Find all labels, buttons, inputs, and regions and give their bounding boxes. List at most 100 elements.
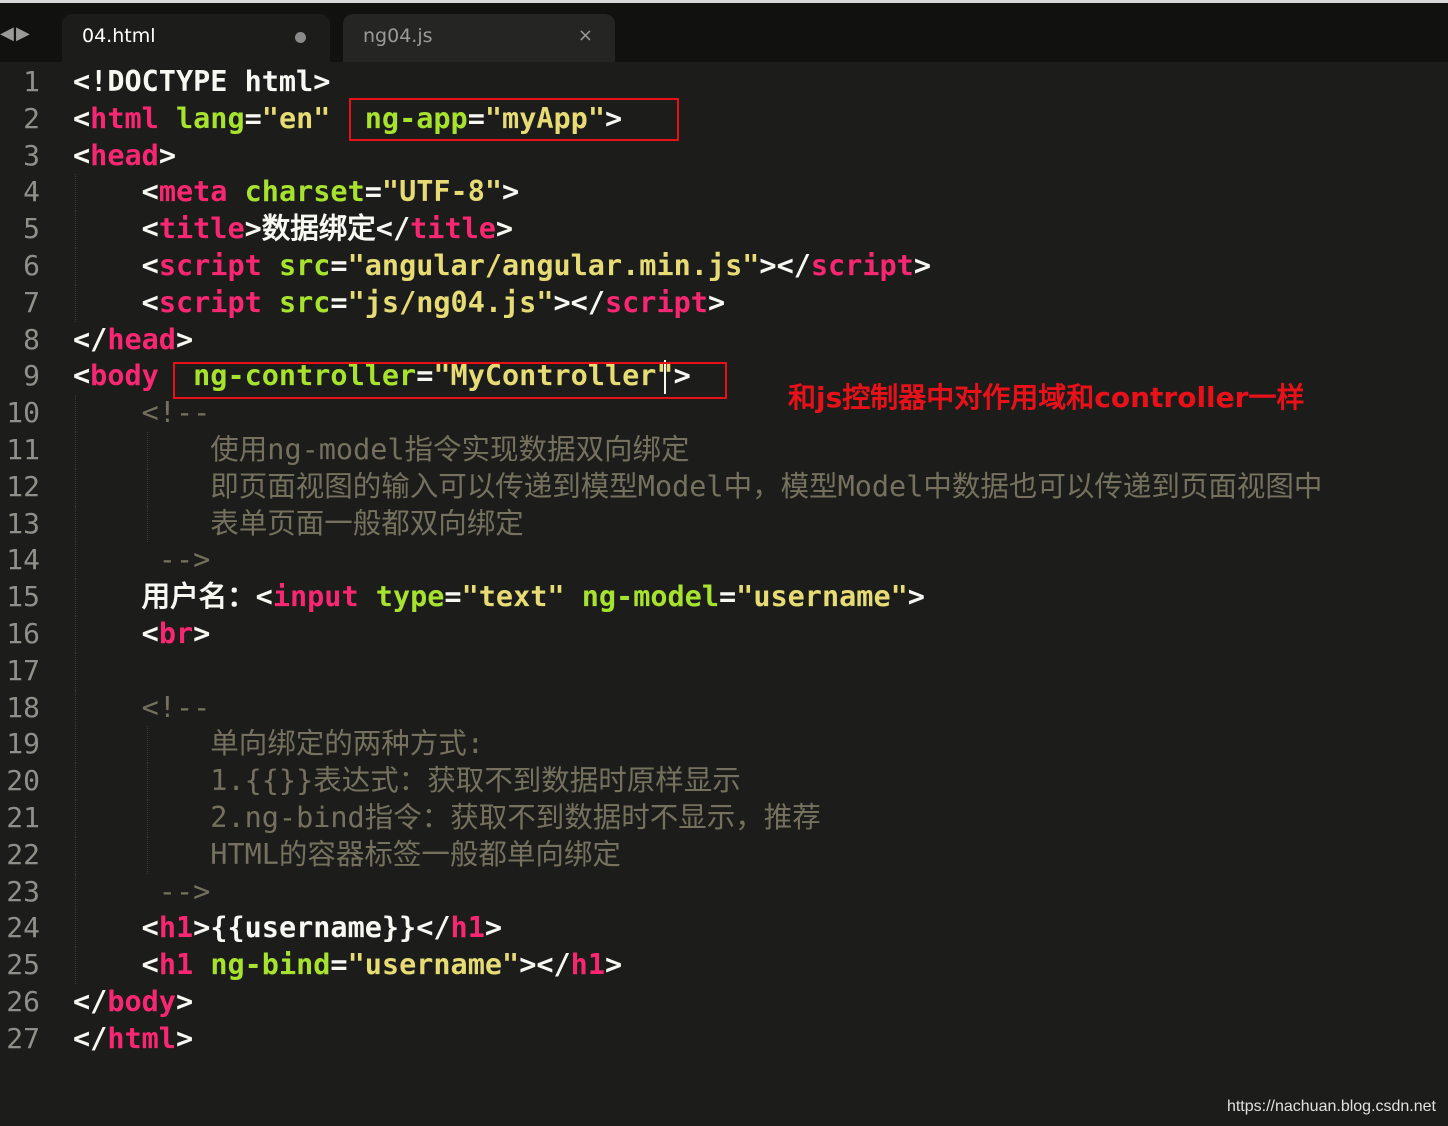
code-line[interactable]: 23 --> xyxy=(0,873,1448,911)
code-token: "angular/angular.min.js" xyxy=(347,248,760,282)
code-line[interactable]: 8 </head> xyxy=(0,322,1448,359)
code-line[interactable]: 22 HTML的容器标签一般都单向绑定 xyxy=(0,836,1448,874)
code-token: ng-model xyxy=(581,580,719,614)
code-token: < xyxy=(73,359,91,393)
indent-guide xyxy=(147,836,148,874)
line-number: 6 xyxy=(23,248,40,282)
code-line[interactable]: 11 使用ng-model指令实现数据双向绑定 xyxy=(0,431,1448,469)
line-content: <!DOCTYPE html> xyxy=(73,64,330,101)
line-content: 使用ng-model指令实现数据双向绑定 xyxy=(73,432,690,469)
code-token: src xyxy=(278,285,331,319)
code-token: < xyxy=(73,138,91,172)
code-token: "username" xyxy=(347,948,520,982)
code-token: > xyxy=(158,138,176,172)
nav-forward-icon[interactable]: ▶ xyxy=(16,23,30,44)
code-line[interactable]: 19 单向绑定的两种方式: xyxy=(0,726,1448,764)
code-line[interactable]: 7 <script src="js/ng04.js"></script> xyxy=(0,284,1448,322)
code-token: = xyxy=(444,580,462,614)
indent-guide xyxy=(75,579,76,616)
code-token: = xyxy=(330,948,348,982)
code-line[interactable]: 18 <!-- xyxy=(0,689,1448,727)
code-line[interactable]: 24 <h1>{{username}}</h1> xyxy=(0,910,1448,948)
code-line[interactable]: 13 表单页面一般都双向绑定 xyxy=(0,505,1448,543)
code-token: script xyxy=(604,285,708,319)
tab-04-html[interactable]: 04.html xyxy=(62,14,330,62)
code-token: input xyxy=(272,580,359,614)
code-token: --> xyxy=(158,543,211,577)
code-line[interactable]: 14 --> xyxy=(0,542,1448,580)
line-content: <meta charset="UTF-8"> xyxy=(73,174,520,211)
line-number: 3 xyxy=(23,138,40,172)
line-number: 1 xyxy=(23,65,40,98)
code-line[interactable]: 15 用户名：<input type="text" ng-model="user… xyxy=(0,579,1448,616)
code-token: </ xyxy=(375,212,411,246)
nav-back-icon[interactable]: ◀ xyxy=(0,23,14,44)
annotation-note: 和js控制器中对作用域和controller一样 xyxy=(788,381,1305,414)
line-number: 18 xyxy=(6,690,40,724)
code-token: body xyxy=(107,984,176,1018)
code-token: > xyxy=(193,911,211,945)
line-content: 单向绑定的两种方式: xyxy=(73,726,484,763)
line-content: 用户名：<input type="text" ng-model="usernam… xyxy=(73,579,925,616)
code-line[interactable]: 21 2.ng-bind指令：获取不到数据时不显示，推荐 xyxy=(0,799,1448,837)
code-token: > xyxy=(605,948,623,982)
indent-guide xyxy=(75,689,76,727)
unsaved-dot-icon[interactable] xyxy=(295,32,306,43)
code-token: 2.ng-bind指令：获取不到数据时不显示，推荐 xyxy=(210,800,821,834)
close-tab-icon[interactable]: × xyxy=(578,25,593,46)
line-content: 1.{{}}表达式：获取不到数据时原样显示 xyxy=(73,763,741,800)
tab-bar: ◀ ▶ 04.html ng04.js × xyxy=(0,3,1448,62)
code-token: = xyxy=(330,285,348,319)
code-editor[interactable]: 1 <!DOCTYPE html> 2 <html lang="en" ng-app=… xyxy=(0,64,1448,1058)
code-token: script xyxy=(158,285,262,319)
code-line[interactable]: 26 </body> xyxy=(0,984,1448,1021)
code-line[interactable]: 27 </html> xyxy=(0,1021,1448,1058)
code-token: title xyxy=(158,212,245,246)
code-line[interactable]: 3 <head> xyxy=(0,138,1448,175)
line-content: --> xyxy=(73,874,210,911)
code-token: 数据绑定 xyxy=(261,212,376,246)
code-line[interactable]: 4 <meta charset="UTF-8"> xyxy=(0,174,1448,212)
code-line[interactable]: 20 1.{{}}表达式：获取不到数据时原样显示 xyxy=(0,763,1448,800)
code-token: 表单页面一般都双向绑定 xyxy=(210,506,524,540)
code-line[interactable]: 16 <br> xyxy=(0,615,1448,653)
line-content: <script src="js/ng04.js"></script> xyxy=(73,285,725,322)
code-line[interactable]: 2 <html lang="en" ng-app="myApp"> xyxy=(0,101,1448,138)
code-token: 用户名： xyxy=(73,580,256,614)
indent-guide xyxy=(75,174,76,212)
line-number: 22 xyxy=(6,837,40,871)
code-token: 使用ng-model指令实现数据双向绑定 xyxy=(210,432,690,466)
line-number: 2 xyxy=(23,101,40,135)
code-line[interactable]: 6 <script src="angular/angular.min.js"><… xyxy=(0,247,1448,285)
tab-label: 04.html xyxy=(82,25,156,47)
line-number: 9 xyxy=(23,359,40,393)
tab-ng04-js[interactable]: ng04.js × xyxy=(343,14,615,62)
code-token: </ xyxy=(73,984,108,1018)
line-content: <title>数据绑定</title> xyxy=(73,211,513,248)
code-token: script xyxy=(158,248,262,282)
code-line[interactable]: 17 xyxy=(0,652,1448,690)
code-line[interactable]: 1 <!DOCTYPE html> xyxy=(0,64,1448,101)
code-token: = xyxy=(719,580,737,614)
line-content: 即页面视图的输入可以传递到模型Model中，模型Model中数据也可以传递到页面… xyxy=(73,469,1322,506)
code-line[interactable]: 25 <h1 ng-bind="username"></h1> xyxy=(0,947,1448,984)
line-number: 12 xyxy=(6,469,40,503)
code-token: HTML的容器标签一般都单向绑定 xyxy=(210,837,621,871)
code-token: 1.{{}}表达式：获取不到数据时原样显示 xyxy=(210,764,741,798)
code-token: > xyxy=(175,322,194,356)
code-line[interactable]: 12 即页面视图的输入可以传递到模型Model中，模型Model中数据也可以传递… xyxy=(0,468,1448,506)
highlight-box-ng-app xyxy=(349,98,679,141)
code-token: "js/ng04.js" xyxy=(347,285,554,319)
line-number: 26 xyxy=(6,984,40,1018)
code-line[interactable]: 5 <title>数据绑定</title> xyxy=(0,211,1448,248)
code-token: title xyxy=(410,212,496,246)
